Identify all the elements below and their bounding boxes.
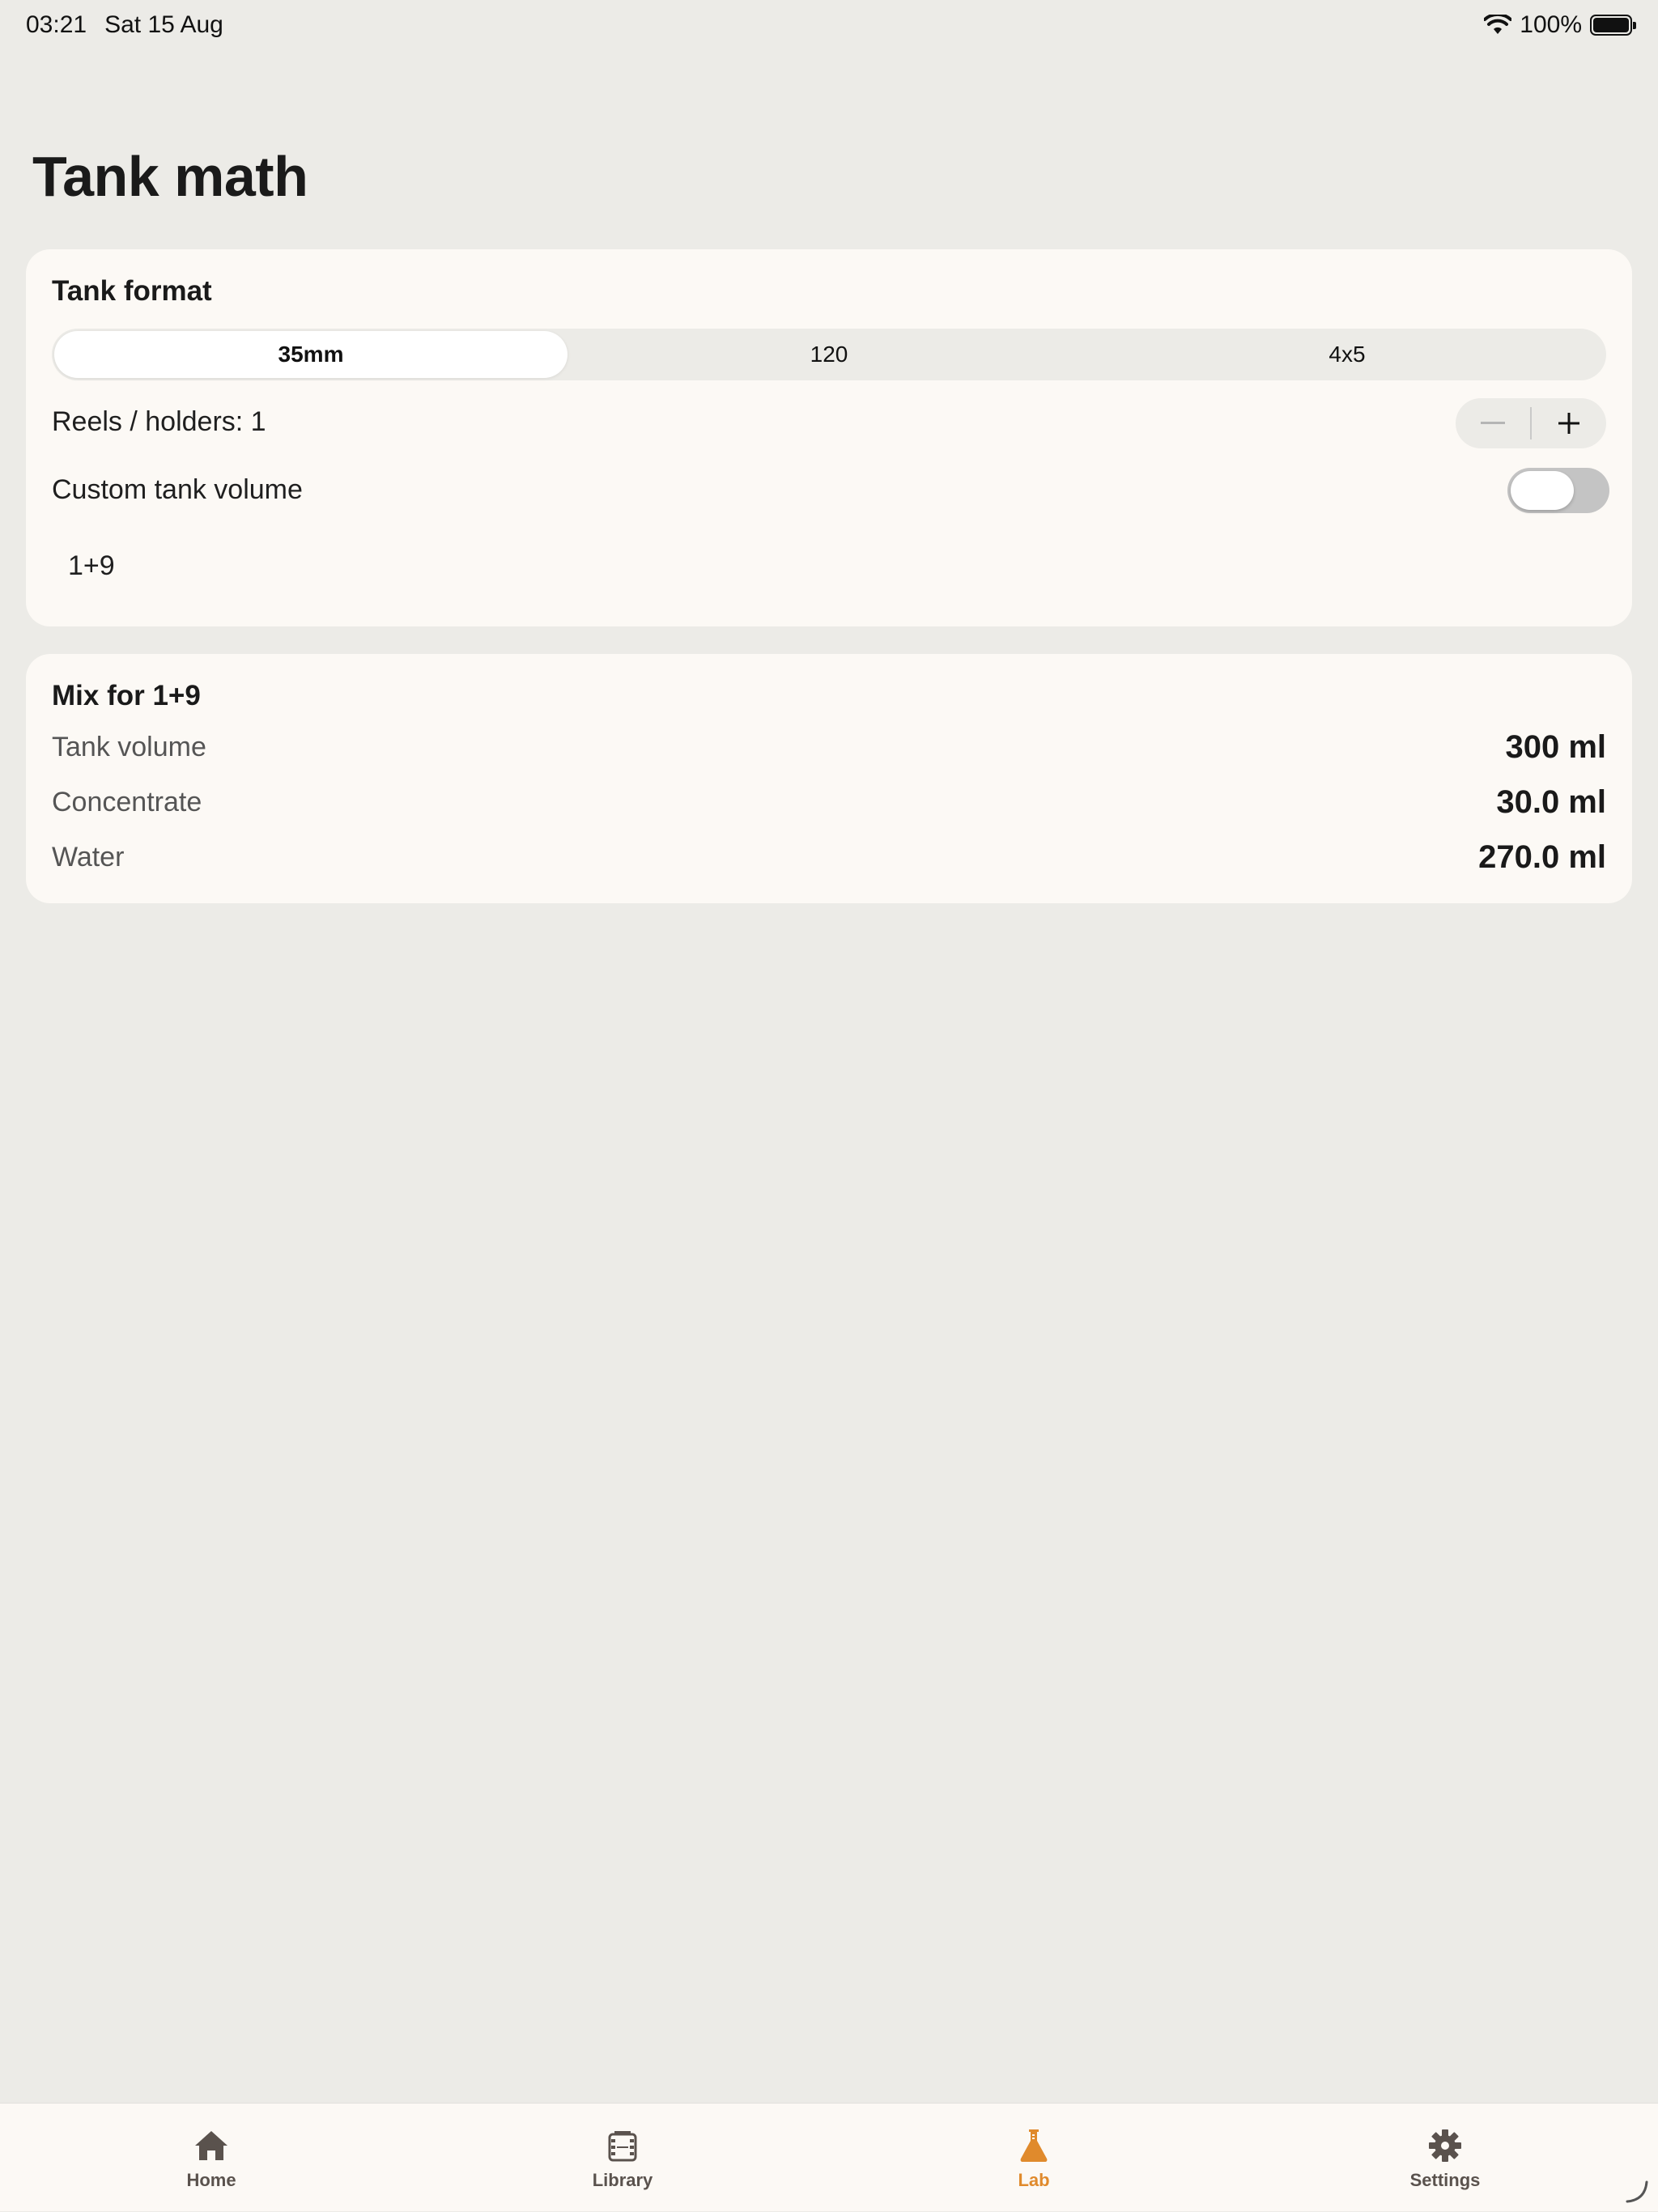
tab-settings[interactable]: Settings <box>1324 2104 1567 2212</box>
mix-row-concentrate: Concentrate 30.0 ml <box>52 782 1606 822</box>
wifi-icon <box>1484 15 1512 34</box>
status-date: Sat 15 Aug <box>104 11 223 38</box>
resize-corner-icon <box>1626 2180 1648 2203</box>
custom-volume-label: Custom tank volume <box>52 474 303 505</box>
reels-stepper <box>1456 398 1606 448</box>
mix-value: 30.0 ml <box>1496 783 1606 820</box>
reels-label: Reels / holders: 1 <box>52 406 266 437</box>
increment-button[interactable] <box>1532 398 1606 448</box>
tank-format-title: Tank format <box>52 275 212 307</box>
tank-format-segmented-control: 35mm 120 4x5 <box>52 329 1606 380</box>
battery-icon <box>1590 15 1636 36</box>
battery-percent: 100% <box>1520 11 1582 38</box>
tab-label: Lab <box>1018 2170 1050 2190</box>
mix-label: Water <box>52 841 125 872</box>
tab-library[interactable]: Library <box>501 2104 744 2212</box>
custom-volume-toggle[interactable] <box>1507 468 1609 513</box>
toggle-knob <box>1511 471 1574 510</box>
gear-icon <box>1429 2129 1461 2162</box>
segment-35mm[interactable]: 35mm <box>54 331 568 378</box>
minus-icon <box>1481 422 1505 424</box>
mix-row-tank-volume: Tank volume 300 ml <box>52 727 1606 767</box>
segment-4x5[interactable]: 4x5 <box>1090 331 1604 378</box>
mix-label: Tank volume <box>52 731 206 762</box>
decrement-button[interactable] <box>1456 398 1530 448</box>
tab-home[interactable]: Home <box>90 2104 333 2212</box>
film-icon <box>608 2131 637 2162</box>
tab-label: Library <box>592 2170 653 2190</box>
plus-icon <box>1558 413 1579 434</box>
tab-label: Settings <box>1409 2170 1481 2190</box>
mix-value: 270.0 ml <box>1478 839 1606 875</box>
mix-row-water: Water 270.0 ml <box>52 837 1606 877</box>
tab-label: Home <box>186 2170 236 2190</box>
flask-icon <box>1020 2129 1048 2162</box>
status-bar: 03:21 Sat 15 Aug 100% <box>0 0 1658 52</box>
mix-value: 300 ml <box>1505 728 1606 765</box>
page-title: Tank math <box>32 145 308 208</box>
house-icon <box>195 2131 227 2160</box>
dilution-ratio[interactable]: 1+9 <box>68 550 115 582</box>
mix-title: Mix for 1+9 <box>52 680 201 711</box>
mix-label: Concentrate <box>52 786 202 817</box>
tab-bar: Home Library Lab Settings <box>0 2103 1658 2211</box>
mix-card: Mix for 1+9 Tank volume 300 ml Concentra… <box>26 654 1632 903</box>
segment-120[interactable]: 120 <box>572 331 1086 378</box>
status-time: 03:21 <box>26 11 87 38</box>
tank-format-card: Tank format 35mm 120 4x5 Reels / holders… <box>26 249 1632 626</box>
tab-lab[interactable]: Lab <box>912 2104 1155 2212</box>
